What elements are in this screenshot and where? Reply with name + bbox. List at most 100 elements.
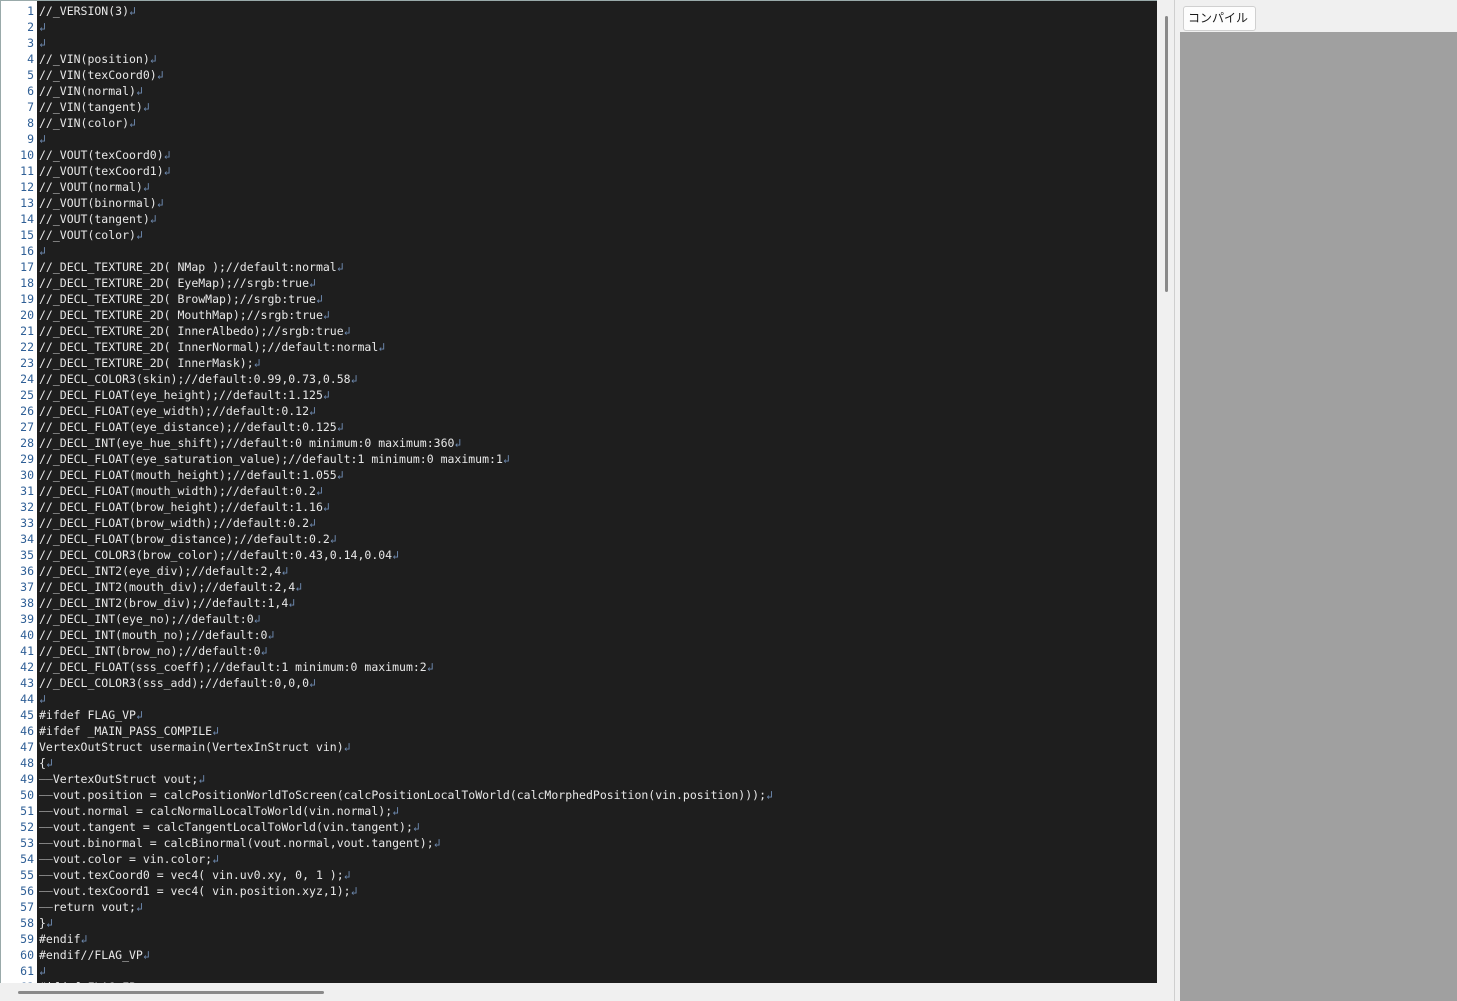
line-break-icon: ↲ — [39, 964, 46, 978]
code-content: //_DECL_FLOAT(eye_width);//default:0.12 — [39, 404, 310, 418]
line-break-icon: ↲ — [502, 452, 510, 466]
code-line[interactable]: 12//_VOUT(normal)↲ — [1, 179, 773, 195]
code-line[interactable]: 57 ——return vout;↲ — [1, 899, 773, 915]
code-content: //_DECL_FLOAT(brow_width);//default:0.2 — [39, 516, 310, 530]
code-line[interactable]: 28//_DECL_INT(eye_hue_shift);//default:0… — [1, 435, 773, 451]
code-text: //_VIN(color)↲ — [37, 115, 136, 131]
line-number: 17 — [1, 259, 37, 275]
line-number: 7 — [1, 99, 37, 115]
code-line[interactable]: 31//_DECL_FLOAT(mouth_width);//default:0… — [1, 483, 773, 499]
code-text: //_DECL_INT(eye_hue_shift);//default:0 m… — [37, 435, 461, 451]
code-line[interactable]: 43//_DECL_COLOR3(sss_add);//default:0,0,… — [1, 675, 773, 691]
code-line[interactable]: 27//_DECL_FLOAT(eye_distance);//default:… — [1, 419, 773, 435]
code-line[interactable]: 15//_VOUT(color)↲ — [1, 227, 773, 243]
code-line[interactable]: 34//_DECL_FLOAT(brow_distance);//default… — [1, 531, 773, 547]
code-line[interactable]: 42//_DECL_FLOAT(sss_coeff);//default:1 m… — [1, 659, 773, 675]
code-line[interactable]: 38//_DECL_INT2(brow_div);//default:1,4↲ — [1, 595, 773, 611]
code-line[interactable]: 13//_VOUT(binormal)↲ — [1, 195, 773, 211]
compile-button[interactable]: コンパイル — [1183, 6, 1256, 31]
line-break-icon: ↲ — [392, 548, 400, 562]
code-text: ——vout.tangent = calcTangentLocalToWorld… — [37, 819, 420, 835]
code-line[interactable]: 39//_DECL_INT(eye_no);//default:0↲ — [1, 611, 773, 627]
code-line[interactable]: 1//_VERSION(3)↲ — [1, 3, 773, 19]
code-line[interactable]: 24//_DECL_COLOR3(skin);//default:0.99,0.… — [1, 371, 773, 387]
code-line[interactable]: 51 ——vout.normal = calcNormalLocalToWorld… — [1, 803, 773, 819]
code-text: ——vout.binormal = calcBinormal(vout.norm… — [37, 835, 441, 851]
code-content: //_VOUT(color) — [39, 228, 136, 242]
code-line[interactable]: 37//_DECL_INT2(mouth_div);//default:2,4↲ — [1, 579, 773, 595]
code-line[interactable]: 44 ↲ — [1, 691, 773, 707]
code-line[interactable]: 60 #endif//FLAG_VP↲ — [1, 947, 773, 963]
code-text: //_VOUT(tangent)↲ — [37, 211, 157, 227]
code-text: //_VIN(texCoord0)↲ — [37, 67, 164, 83]
code-line[interactable]: 29//_DECL_FLOAT(eye_saturation_value);//… — [1, 451, 773, 467]
code-line[interactable]: 19//_DECL_TEXTURE_2D( BrowMap);//srgb:tr… — [1, 291, 773, 307]
line-break-icon: ↲ — [309, 276, 316, 290]
code-text: //_DECL_COLOR3(brow_color);//default:0.4… — [37, 547, 399, 563]
line-break-icon: ↲ — [343, 868, 351, 882]
code-line[interactable]: 47 VertexOutStruct usermain(VertexInStruc… — [1, 739, 773, 755]
code-line[interactable]: 9 ↲ — [1, 131, 773, 147]
code-lines[interactable]: 1//_VERSION(3)↲ 2 ↲ 3 ↲ 4//_VIN(position)↲ 5//… — [1, 3, 773, 983]
code-line[interactable]: 61 ↲ — [1, 963, 773, 979]
code-line[interactable]: 46 #ifdef _MAIN_PASS_COMPILE↲ — [1, 723, 773, 739]
code-line[interactable]: 8//_VIN(color)↲ — [1, 115, 773, 131]
code-line[interactable]: 30//_DECL_FLOAT(mouth_height);//default:… — [1, 467, 773, 483]
line-break-icon: ↲ — [198, 772, 206, 786]
code-text: //_DECL_INT2(eye_div);//default:2,4↲ — [37, 563, 288, 579]
code-line[interactable]: 59 #endif↲ — [1, 931, 773, 947]
code-line[interactable]: 5//_VIN(texCoord0)↲ — [1, 67, 773, 83]
code-content: //_VIN(normal) — [39, 84, 136, 98]
vertical-scrollbar[interactable] — [1157, 0, 1175, 1001]
code-text: //_DECL_TEXTURE_2D( BrowMap);//srgb:true… — [37, 291, 323, 307]
code-line[interactable]: 54 ——vout.color = vin.color;↲ — [1, 851, 773, 867]
code-line[interactable]: 3 ↲ — [1, 35, 773, 51]
code-line[interactable]: 36//_DECL_INT2(eye_div);//default:2,4↲ — [1, 563, 773, 579]
line-break-icon: ↲ — [39, 132, 46, 146]
line-number: 53 — [1, 835, 37, 851]
code-line[interactable]: 17//_DECL_TEXTURE_2D( NMap );//default:n… — [1, 259, 773, 275]
code-line[interactable]: 20//_DECL_TEXTURE_2D( MouthMap);//srgb:t… — [1, 307, 773, 323]
line-break-icon: ↲ — [350, 884, 358, 898]
code-line[interactable]: 26//_DECL_FLOAT(eye_width);//default:0.1… — [1, 403, 773, 419]
code-line[interactable]: 56 ——vout.texCoord1 = vec4( vin.position.… — [1, 883, 773, 899]
code-line[interactable]: 16 ↲ — [1, 243, 773, 259]
code-line[interactable]: 41//_DECL_INT(brow_no);//default:0↲ — [1, 643, 773, 659]
code-line[interactable]: 14//_VOUT(tangent)↲ — [1, 211, 773, 227]
code-line[interactable]: 55 ——vout.texCoord0 = vec4( vin.uv0.xy, 0… — [1, 867, 773, 883]
code-line[interactable]: 45 #ifdef FLAG_VP↲ — [1, 707, 773, 723]
code-line[interactable]: 2 ↲ — [1, 19, 773, 35]
code-editor[interactable]: 1//_VERSION(3)↲ 2 ↲ 3 ↲ 4//_VIN(position)↲ 5//… — [0, 0, 1157, 983]
horizontal-scroll-thumb[interactable] — [18, 991, 324, 994]
code-line[interactable]: 49 ——VertexOutStruct vout;↲ — [1, 771, 773, 787]
code-line[interactable]: 33//_DECL_FLOAT(brow_width);//default:0.… — [1, 515, 773, 531]
code-line[interactable]: 25//_DECL_FLOAT(eye_height);//default:1.… — [1, 387, 773, 403]
code-line[interactable]: 58}↲ — [1, 915, 773, 931]
code-line[interactable]: 6//_VIN(normal)↲ — [1, 83, 773, 99]
code-text: ↲ — [37, 35, 46, 51]
horizontal-scrollbar[interactable] — [0, 983, 1157, 1001]
code-line[interactable]: 18//_DECL_TEXTURE_2D( EyeMap);//srgb:tru… — [1, 275, 773, 291]
code-line[interactable]: 53 ——vout.binormal = calcBinormal(vout.no… — [1, 835, 773, 851]
code-line[interactable]: 48 {↲ — [1, 755, 773, 771]
line-break-icon: ↲ — [343, 324, 351, 338]
code-line[interactable]: 52 ——vout.tangent = calcTangentLocalToWor… — [1, 819, 773, 835]
code-line[interactable]: 21//_DECL_TEXTURE_2D( InnerAlbedo);//srg… — [1, 323, 773, 339]
code-line[interactable]: 50 ——vout.position = calcPositionWorldToS… — [1, 787, 773, 803]
line-number: 15 — [1, 227, 37, 243]
code-content: //_DECL_COLOR3(sss_add);//default:0,0,0 — [39, 676, 310, 690]
code-content: //_DECL_INT(mouth_no);//default:0 — [39, 628, 268, 642]
preview-viewport[interactable] — [1180, 32, 1457, 1001]
code-line[interactable]: 10//_VOUT(texCoord0)↲ — [1, 147, 773, 163]
code-content: { — [39, 756, 46, 770]
code-text: //_DECL_TEXTURE_2D( InnerMask);↲ — [37, 355, 261, 371]
code-line[interactable]: 11//_VOUT(texCoord1)↲ — [1, 163, 773, 179]
vertical-scroll-thumb[interactable] — [1165, 16, 1168, 292]
code-line[interactable]: 22//_DECL_TEXTURE_2D( InnerNormal);//def… — [1, 339, 773, 355]
code-line[interactable]: 32//_DECL_FLOAT(brow_height);//default:1… — [1, 499, 773, 515]
code-line[interactable]: 35//_DECL_COLOR3(brow_color);//default:0… — [1, 547, 773, 563]
code-line[interactable]: 40//_DECL_INT(mouth_no);//default:0↲ — [1, 627, 773, 643]
code-line[interactable]: 7//_VIN(tangent)↲ — [1, 99, 773, 115]
code-line[interactable]: 23//_DECL_TEXTURE_2D( InnerMask);↲ — [1, 355, 773, 371]
code-line[interactable]: 4//_VIN(position)↲ — [1, 51, 773, 67]
